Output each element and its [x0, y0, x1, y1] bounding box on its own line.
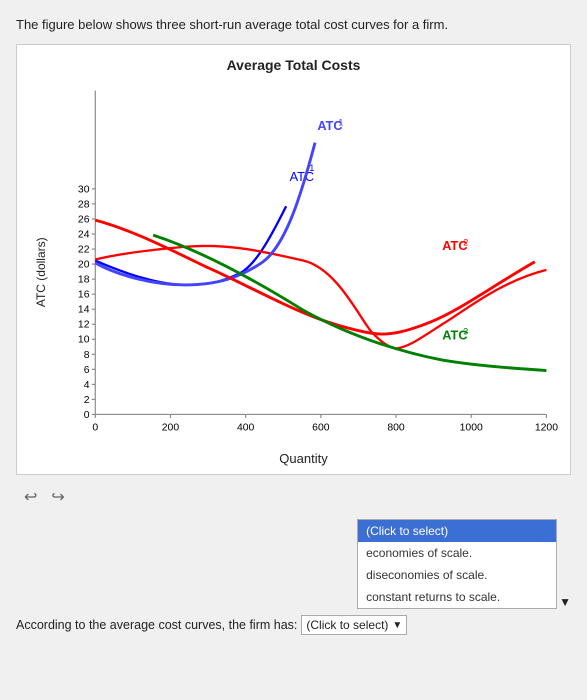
- svg-text:800: 800: [387, 423, 405, 434]
- bottom-area: ↩ ↪ (Click to select) economies of scale…: [16, 485, 571, 635]
- svg-text:2: 2: [84, 395, 90, 406]
- inline-dropdown-label: (Click to select): [306, 618, 388, 632]
- svg-text:1: 1: [338, 117, 343, 127]
- svg-text:200: 200: [162, 423, 180, 434]
- inline-dropdown-arrow-icon: ▼: [392, 620, 402, 631]
- svg-text:0: 0: [84, 410, 90, 421]
- answer-dropdown[interactable]: (Click to select) economies of scale. di…: [357, 519, 557, 609]
- svg-text:30: 30: [78, 185, 90, 196]
- dropdown-option-3[interactable]: constant returns to scale.: [358, 586, 556, 608]
- y-axis-label: ATC (dollars): [29, 79, 49, 466]
- dropdown-arrow-icon: ▼: [559, 595, 571, 609]
- svg-text:600: 600: [312, 423, 330, 434]
- svg-text:24: 24: [78, 230, 90, 241]
- chart-inner: 0 2 4 6 8 10 12 14 16 18 20 22 24 26 28 …: [49, 79, 558, 466]
- svg-text:400: 400: [237, 423, 255, 434]
- svg-text:8: 8: [84, 350, 90, 361]
- svg-text:10: 10: [78, 335, 90, 346]
- svg-text:16: 16: [78, 290, 90, 301]
- svg-text:0: 0: [92, 423, 98, 434]
- svg-text:1000: 1000: [460, 423, 483, 434]
- intro-text: The figure below shows three short-run a…: [16, 16, 571, 34]
- inline-answer-dropdown[interactable]: (Click to select) ▼: [301, 615, 407, 635]
- question-text: According to the average cost curves, th…: [16, 618, 297, 632]
- svg-text:6: 6: [84, 365, 90, 376]
- chart-title: Average Total Costs: [29, 57, 558, 73]
- x-axis-label: Quantity: [49, 451, 558, 466]
- undo-redo-group: ↩ ↪: [16, 485, 571, 509]
- svg-text:2: 2: [463, 238, 468, 248]
- chart-container: Average Total Costs ATC (dollars) 0 2 4 …: [16, 44, 571, 475]
- svg-text:12: 12: [78, 320, 90, 331]
- svg-text:20: 20: [78, 260, 90, 271]
- svg-text:28: 28: [78, 200, 90, 211]
- svg-text:22: 22: [78, 245, 90, 256]
- undo-button[interactable]: ↩: [20, 485, 41, 509]
- svg-text:18: 18: [78, 275, 90, 286]
- dropdown-option-0[interactable]: (Click to select): [358, 520, 556, 542]
- svg-text:4: 4: [84, 380, 90, 391]
- question-row: According to the average cost curves, th…: [16, 615, 571, 635]
- svg-text:3: 3: [463, 327, 468, 337]
- svg-text:26: 26: [78, 215, 90, 226]
- dropdown-option-2[interactable]: diseconomies of scale.: [358, 564, 556, 586]
- svg-text:14: 14: [78, 305, 90, 316]
- dropdown-option-1[interactable]: economies of scale.: [358, 542, 556, 564]
- chart-svg: 0 2 4 6 8 10 12 14 16 18 20 22 24 26 28 …: [49, 79, 558, 449]
- redo-button[interactable]: ↪: [47, 485, 68, 509]
- svg-text:1200: 1200: [535, 423, 558, 434]
